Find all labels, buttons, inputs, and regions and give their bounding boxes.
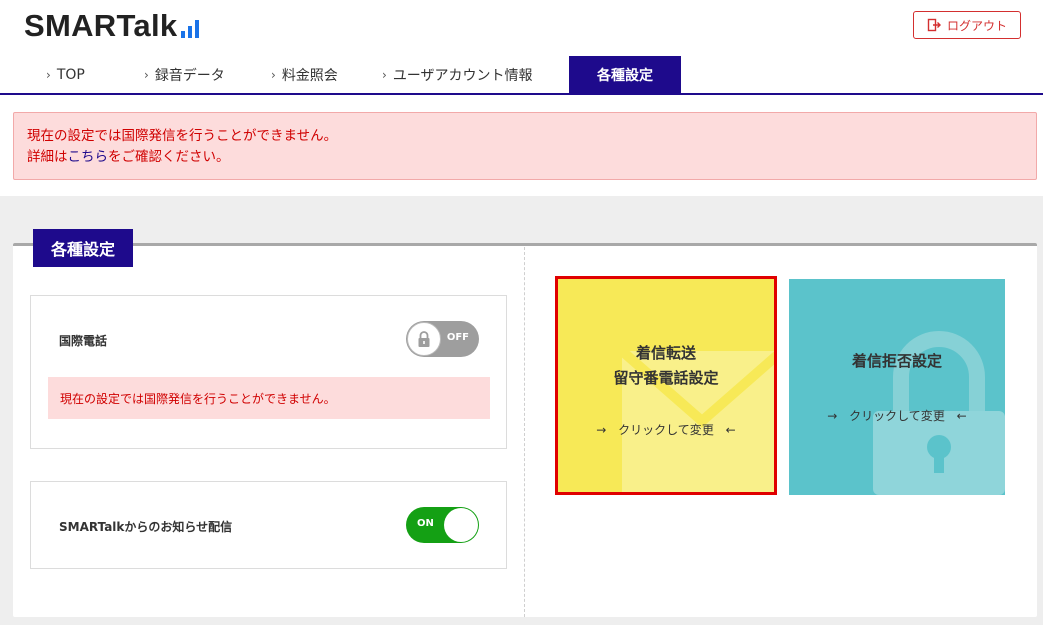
arrow-left-icon: ← (956, 409, 967, 423)
alert-line-1: 現在の設定では国際発信を行うことができません。 (27, 128, 338, 144)
call-rejection-action: → クリックして変更 ← (789, 407, 1005, 424)
tile-action-label: クリックして変更 (618, 423, 714, 437)
call-rejection-tile[interactable]: 着信拒否設定 → クリックして変更 ← (789, 279, 1005, 495)
chevron-right-icon: › (144, 68, 149, 82)
nav-underline (0, 93, 1043, 95)
call-rejection-title: 着信拒否設定 (851, 352, 942, 370)
arrow-right-icon: → (827, 409, 838, 423)
toggle-state-label: OFF (446, 332, 469, 343)
nav-item-label: 料金照会 (281, 68, 338, 84)
arrow-right-icon: → (596, 423, 607, 437)
nav-item-label: 録音データ (154, 68, 225, 84)
lock-icon (418, 331, 430, 347)
nav-item-top[interactable]: › TOP (0, 56, 128, 94)
tile-action-label: クリックして変更 (849, 409, 945, 423)
chevron-right-icon: › (46, 68, 51, 82)
header: SMARTalk ログアウト › TOP › 録音データ › 料金照会 › ユー… (0, 0, 1043, 96)
logout-label: ログアウト (946, 18, 1007, 33)
nav-item-account[interactable]: › ユーザアカウント情報 (368, 56, 569, 94)
logo-text: SMARTalk (24, 8, 178, 43)
panel-divider (524, 247, 525, 617)
logout-icon (927, 18, 941, 32)
alert-line-2: 詳細はこちらをご確認ください。 (27, 147, 1023, 168)
arrow-left-icon: ← (725, 423, 736, 437)
international-call-warning: 現在の設定では国際発信を行うことができません。 (48, 377, 490, 419)
international-call-label: 国際電話 (59, 334, 108, 348)
chevron-right-icon: › (271, 68, 276, 82)
tile-title-line: 留守番電話設定 (613, 369, 719, 387)
nav-item-label: TOP (56, 67, 85, 83)
international-call-card: 国際電話 OFF 現在の設定では国際発信を行うことができません。 (30, 295, 507, 449)
toggle-knob (444, 508, 478, 542)
tile-title-line: 着信転送 (635, 344, 696, 362)
call-forwarding-action: → クリックして変更 ← (558, 421, 774, 438)
nav-item-settings[interactable]: 各種設定 (569, 56, 681, 94)
alert-text: 詳細は (27, 149, 68, 165)
logout-button[interactable]: ログアウト (913, 11, 1021, 39)
toggle-knob (407, 322, 441, 356)
chevron-right-icon: › (382, 68, 387, 82)
call-forwarding-title: 着信転送 留守番電話設定 (558, 341, 774, 391)
nav-item-recordings[interactable]: › 録音データ (128, 56, 257, 94)
newsletter-toggle[interactable]: ON (406, 507, 479, 543)
signal-bars-icon (181, 20, 200, 38)
call-forwarding-tile[interactable]: 着信転送 留守番電話設定 → クリックして変更 ← (555, 276, 777, 495)
alert-text: をご確認ください。 (108, 149, 230, 165)
logo[interactable]: SMARTalk (24, 8, 200, 43)
toggle-state-label: ON (417, 518, 434, 529)
international-call-alert: 現在の設定では国際発信を行うことができません。 詳細はこちらをご確認ください。 (13, 112, 1037, 180)
nav-item-billing[interactable]: › 料金照会 (257, 56, 368, 94)
panel-title: 各種設定 (33, 229, 133, 267)
newsletter-label: SMARTalkからのお知らせ配信 (59, 520, 233, 534)
details-link[interactable]: こちら (68, 149, 109, 165)
nav-item-label: ユーザアカウント情報 (392, 68, 533, 84)
newsletter-card: SMARTalkからのお知らせ配信 ON (30, 481, 507, 569)
main-nav: › TOP › 録音データ › 料金照会 › ユーザアカウント情報 各種設定 (0, 56, 681, 94)
international-call-toggle[interactable]: OFF (406, 321, 479, 357)
nav-item-label: 各種設定 (597, 68, 653, 84)
